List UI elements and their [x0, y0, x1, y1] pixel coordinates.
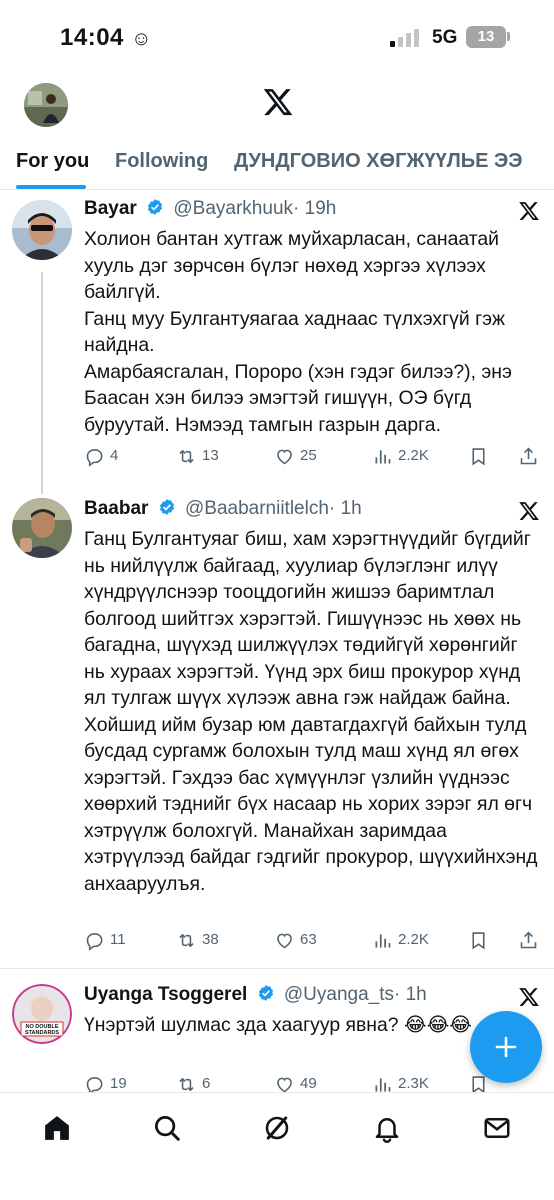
bookmark-button[interactable] [468, 444, 494, 468]
like-button[interactable]: 63 [274, 928, 317, 952]
tab-for-you[interactable]: For you [16, 150, 89, 173]
compose-button[interactable] [470, 1011, 542, 1083]
like-count: 25 [300, 447, 317, 464]
post-text: Үнэртэй шулмас зда хаагуур явна? 😂😂😂 [84, 1012, 474, 1039]
status-time: 14:04 ☺ [60, 24, 152, 51]
author-handle[interactable]: @Baabarniitlelch [185, 498, 329, 519]
post-time: · 19h [293, 198, 337, 219]
author-name[interactable]: Uyanga Tsoggerel [84, 984, 247, 1005]
battery-cap [507, 32, 510, 41]
views-button[interactable]: 2.2K [372, 928, 429, 952]
tab-following[interactable]: Following [115, 150, 208, 173]
post-actions: 4 13 25 2.2K [84, 444, 544, 468]
x-source-icon [519, 202, 539, 220]
bottom-navigation [0, 1092, 554, 1200]
avatar[interactable]: NO DOUBLE STANDARDS [12, 984, 72, 1044]
messages-icon[interactable] [482, 1113, 512, 1143]
post-header: Uyanga Tsoggerel @Uyanga_ts· 1h [84, 984, 427, 1006]
reply-button[interactable]: 4 [84, 444, 118, 468]
plus-icon [495, 1036, 517, 1058]
timeline-tabs: For you Following ДУНДГОВИО ХӨГЖҮҮЛЬЕ ЭЭ [0, 138, 554, 190]
author-name[interactable]: Bayar [84, 198, 137, 219]
thread-connector [41, 272, 43, 494]
reply-icon [86, 932, 103, 951]
repost-count: 38 [202, 931, 219, 948]
views-icon [375, 449, 391, 463]
bookmark-button[interactable] [468, 928, 494, 952]
bookmark-icon [472, 931, 485, 949]
view-count: 2.2K [398, 931, 429, 948]
battery-indicator: 13 [466, 26, 506, 48]
repost-icon [179, 933, 194, 947]
network-label: 5G [432, 27, 458, 48]
search-icon[interactable] [152, 1113, 182, 1143]
post-header: Bayar @Bayarkhuuk· 19h [84, 198, 336, 220]
verified-badge-icon [258, 985, 273, 1001]
x-source-icon [519, 988, 539, 1006]
views-icon [375, 933, 391, 947]
post-time: · 1h [328, 498, 362, 519]
reply-button[interactable]: 11 [84, 928, 126, 952]
x-logo-icon[interactable] [262, 86, 294, 118]
repost-count: 13 [202, 447, 219, 464]
share-icon [520, 447, 537, 464]
reply-count: 11 [110, 931, 126, 948]
post-paragraph: Үнэртэй шулмас зда хаагуур явна? 😂😂😂 [84, 1014, 472, 1036]
repost-icon [179, 449, 194, 463]
grok-icon[interactable] [262, 1113, 292, 1143]
post-paragraph: Ганц муу Булгантуяагаа хаднаас түлхэхгүй… [84, 307, 506, 357]
tab-community[interactable]: ДУНДГОВИО ХӨГЖҮҮЛЬЕ ЭЭ [234, 150, 523, 173]
reply-count: 4 [110, 447, 119, 464]
post-actions: 11 38 63 2.2K [84, 928, 544, 952]
share-button[interactable] [518, 444, 544, 468]
verified-badge-icon [148, 199, 163, 215]
verified-badge-icon [159, 499, 174, 515]
avatar[interactable] [12, 498, 72, 558]
active-tab-indicator [16, 185, 86, 189]
svg-text:STANDARDS: STANDARDS [25, 1030, 59, 1036]
view-count: 2.2K [398, 447, 429, 464]
post-text: Ганц Булгантуяаг биш, хам хэрэгтнүүдийг … [84, 526, 542, 897]
share-button[interactable] [518, 928, 544, 952]
post-divider [0, 968, 554, 969]
post-paragraph: Ганц Булгантуяаг биш, хам хэрэгтнүүдийг … [84, 528, 538, 895]
author-name[interactable]: Baabar [84, 498, 148, 519]
home-icon[interactable] [42, 1113, 72, 1143]
post-text: Холион бантан хутгаж муйхарласан, санаат… [84, 226, 542, 438]
status-bar: 14:04 ☺ 5G 13 [0, 0, 554, 76]
reply-icon [86, 448, 103, 467]
like-count: 63 [300, 931, 317, 948]
author-handle[interactable]: @Uyanga_ts [284, 984, 394, 1005]
post-header: Baabar @Baabarniitlelch· 1h [84, 498, 362, 520]
like-button[interactable]: 25 [274, 444, 317, 468]
signal-icon [390, 29, 419, 47]
notifications-icon[interactable] [372, 1113, 402, 1143]
post-paragraph: Амарбаясгалан, Пороро (хэн гэдэг билээ?)… [84, 360, 512, 436]
avatar[interactable] [12, 200, 72, 260]
x-source-icon [519, 502, 539, 520]
repost-button[interactable]: 38 [176, 928, 219, 952]
like-icon [277, 933, 292, 948]
views-button[interactable]: 2.2K [372, 444, 429, 468]
author-handle[interactable]: @Bayarkhuuk [173, 198, 293, 219]
like-icon [277, 449, 292, 464]
post-time: · 1h [394, 984, 427, 1005]
share-icon [520, 931, 537, 948]
profile-avatar[interactable] [24, 83, 68, 127]
bookmark-icon [472, 447, 485, 465]
post-paragraph: Холион бантан хутгаж муйхарласан, санаат… [84, 228, 499, 303]
repost-button[interactable]: 13 [176, 444, 219, 468]
